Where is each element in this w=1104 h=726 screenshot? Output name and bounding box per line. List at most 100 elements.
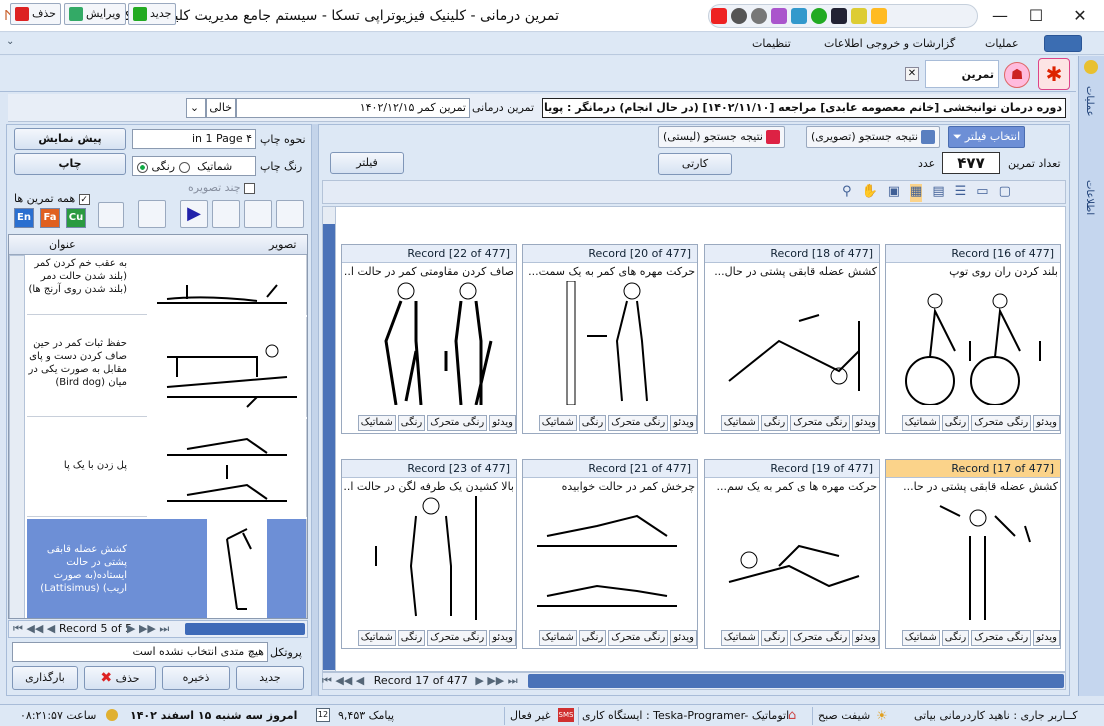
exercise-card[interactable]: Record [21 of 477] چرخش کمر در حالت خواب…: [522, 459, 698, 649]
color-button[interactable]: رنگی: [941, 415, 970, 431]
animated-button[interactable]: رنگی متحرک: [608, 630, 669, 646]
animated-button[interactable]: رنگی متحرک: [971, 415, 1032, 431]
nav-last-icon[interactable]: ▶ ▶▶ ⏭: [475, 674, 517, 687]
hand-icon[interactable]: ✋: [862, 184, 878, 202]
cards-scroll-thumb[interactable]: [323, 224, 335, 670]
table-row-selected[interactable]: کشش عضله قابقی پشتی در حالت ایستاده(به ص…: [27, 519, 307, 618]
preview-button[interactable]: پیش نمایش: [14, 128, 126, 150]
side-collapse-icon[interactable]: [1084, 60, 1098, 74]
animated-button[interactable]: رنگی متحرک: [427, 630, 488, 646]
cards-hscroll-thumb[interactable]: [528, 674, 1064, 688]
video-button[interactable]: ویدئو: [489, 630, 516, 646]
nav-first-icon[interactable]: ⏮ ◀◀ ◀: [322, 674, 364, 687]
exercise-card-selected[interactable]: Record [17 of 477] کشش عضله قابقی پشتی د…: [885, 459, 1061, 649]
exercise-card[interactable]: Record [22 of 477] صاف کردن مقاومتی کمر …: [341, 244, 517, 434]
session-select[interactable]: تمرین کمر ۱۴۰۲/۱۲/۱۵: [236, 98, 470, 118]
card-navigator[interactable]: ⏮ ◀◀ ◀ Record 17 of 477 ▶ ▶▶ ⏭: [322, 674, 522, 688]
nav-first-icon[interactable]: ⏮ ◀◀ ◀: [13, 622, 55, 636]
all-exercises-checkbox[interactable]: ✓: [78, 193, 90, 205]
table-row[interactable]: پل زدن با یک پا: [27, 419, 307, 517]
view-list-icon[interactable]: ☰: [955, 184, 967, 202]
video-button[interactable]: ویدئو: [670, 630, 697, 646]
animated-button[interactable]: رنگی متحرک: [427, 415, 488, 431]
video-button[interactable]: ویدئو: [852, 630, 879, 646]
color-button[interactable]: رنگی: [760, 415, 789, 431]
schematic-button[interactable]: شماتیک: [538, 630, 577, 646]
exercise-card[interactable]: Record [16 of 477] بلند کردن ران روی توپ…: [885, 244, 1061, 434]
multi-image-checkbox[interactable]: [244, 182, 256, 194]
table-row[interactable]: به عقب خم کردن کمر (بلند شدن حالت دمر (ب…: [27, 255, 307, 315]
schematic-radio[interactable]: [137, 161, 148, 173]
menu-item-settings[interactable]: تنظیمات: [752, 37, 791, 50]
animated-button[interactable]: رنگی متحرک: [608, 415, 669, 431]
view-tiles-icon[interactable]: ▤: [932, 184, 944, 202]
table-row[interactable]: حفظ ثبات کمر در حین صاف کردن دست و پای م…: [27, 317, 307, 417]
session-dropdown-arrow[interactable]: ⌄: [186, 98, 206, 118]
schematic-button[interactable]: شماتیک: [357, 415, 396, 431]
lang-cu-button[interactable]: Cu: [66, 208, 86, 228]
video-button[interactable]: ویدئو: [489, 415, 516, 431]
edit-button[interactable]: ویرایش: [64, 3, 126, 25]
exercise-card[interactable]: Record [20 of 477] حرکت مهره های کمر به …: [522, 244, 698, 434]
play-icon[interactable]: ▶: [180, 200, 208, 228]
schematic-button[interactable]: شماتیک: [901, 630, 940, 646]
color-button[interactable]: رنگی: [941, 630, 970, 646]
menu-item-operations[interactable]: عملیات: [985, 37, 1019, 50]
minimize-icon[interactable]: —: [990, 6, 1010, 26]
animated-button[interactable]: رنگی متحرک: [790, 415, 851, 431]
tab-filter-select[interactable]: ⏷ انتخاب فیلتر: [948, 126, 1026, 148]
menu-toggle-button[interactable]: [1044, 35, 1082, 52]
side-tab-info[interactable]: اطلاعات: [1084, 180, 1095, 215]
new-button[interactable]: جدید: [128, 3, 177, 25]
schematic-button[interactable]: شماتیک: [357, 630, 396, 646]
lang-en-button[interactable]: En: [14, 208, 34, 228]
print-button[interactable]: چاپ: [14, 153, 126, 175]
grid-scrollbar[interactable]: [9, 255, 25, 618]
color-button[interactable]: رنگی: [397, 415, 426, 431]
schematic-button[interactable]: شماتیک: [720, 630, 759, 646]
power-icon[interactable]: [98, 202, 124, 228]
grid-hscroll[interactable]: [185, 623, 305, 635]
color-button[interactable]: رنگی: [760, 630, 789, 646]
cards-button[interactable]: کارتی: [658, 153, 732, 175]
empty-combo[interactable]: خالی: [206, 98, 236, 118]
stretch-icon[interactable]: [276, 200, 304, 228]
tab-exercise-therapy[interactable]: تمرین درمانی: [925, 60, 999, 109]
schematic-button[interactable]: شماتیک: [720, 415, 759, 431]
schematic-button[interactable]: شماتیک: [538, 415, 577, 431]
exercise-card[interactable]: Record [18 of 477] کشش عضله قابقی پشتی د…: [704, 244, 880, 434]
view-grid-icon[interactable]: ▦: [910, 184, 923, 202]
app-star-icon[interactable]: ✱: [1038, 58, 1070, 90]
video-button[interactable]: ویدئو: [1033, 415, 1060, 431]
protocol-new-button[interactable]: جدید: [236, 666, 304, 690]
view-icons[interactable]: ⚲ ✋ ▣ ▦ ▤ ☰ ▭ ▢: [842, 184, 1062, 202]
table-delete-icon[interactable]: [138, 200, 166, 228]
maximize-icon[interactable]: ☐: [1026, 6, 1046, 26]
exercise-card[interactable]: Record [23 of 477] بالا کشیدن یک طرفه لگ…: [341, 459, 517, 649]
color-button[interactable]: رنگی: [397, 630, 426, 646]
view-gallery-icon[interactable]: ▣: [888, 184, 900, 202]
col-image[interactable]: تصویر: [269, 238, 296, 251]
video-button[interactable]: ویدئو: [1033, 630, 1060, 646]
close-tab-icon[interactable]: ✕: [905, 67, 919, 81]
col-title[interactable]: عنوان: [49, 238, 76, 251]
close-icon[interactable]: ✕: [1070, 6, 1090, 26]
people-icon[interactable]: [212, 200, 240, 228]
color-button[interactable]: رنگی: [578, 415, 607, 431]
color-button[interactable]: رنگی: [578, 630, 607, 646]
side-tab-operations[interactable]: عملیات: [1084, 86, 1095, 117]
protocol-save-button[interactable]: ذخیره: [162, 666, 230, 690]
video-button[interactable]: ویدئو: [852, 415, 879, 431]
protocol-select[interactable]: هیچ متدی انتخاب نشده است: [12, 642, 268, 662]
nav-last-icon[interactable]: ▶ ▶▶ ⏭: [127, 622, 169, 636]
doc-tab-icon[interactable]: ☗: [1004, 62, 1030, 88]
tab-list-results[interactable]: (نتیجه جستجو (لیستی: [658, 126, 785, 148]
protocol-delete-button[interactable]: ✖ حذف: [84, 666, 156, 690]
animated-button[interactable]: رنگی متحرک: [790, 630, 851, 646]
tool-icon[interactable]: ⚲: [842, 184, 852, 202]
exercise-card[interactable]: Record [19 of 477] حرکت مهره ها ی کمر به…: [704, 459, 880, 649]
view-single-icon[interactable]: ▢: [999, 184, 1011, 202]
animated-button[interactable]: رنگی متحرک: [971, 630, 1032, 646]
schematic-button[interactable]: شماتیک: [901, 415, 940, 431]
grid-navigator[interactable]: ⏮ ◀◀ ◀ Record 5 of 5 ▶ ▶▶ ⏭: [8, 620, 308, 638]
